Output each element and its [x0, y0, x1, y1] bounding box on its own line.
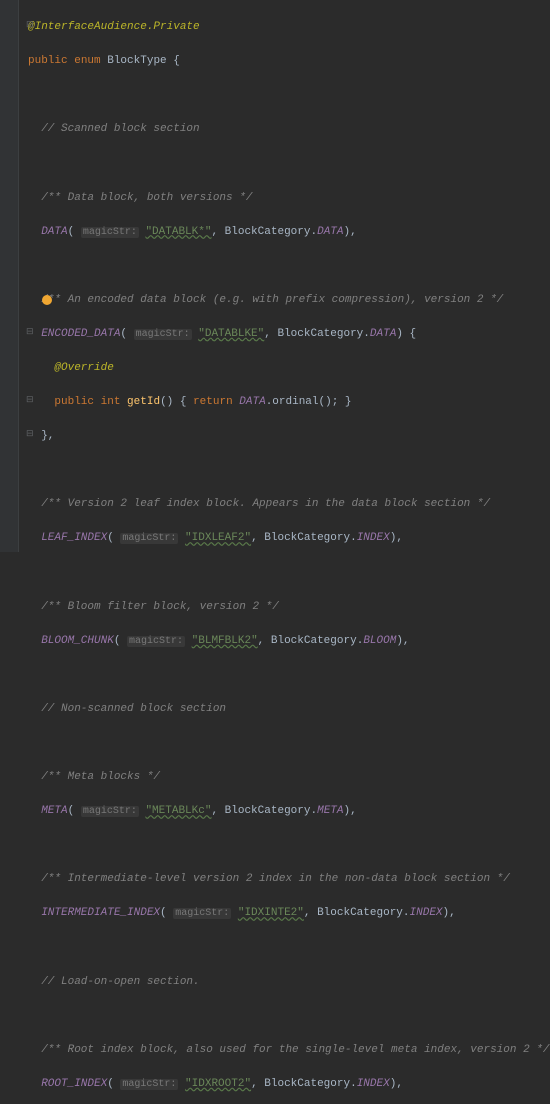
javadoc: /** Data block, both versions */ [41, 192, 252, 204]
const-leaf: LEAF_INDEX [41, 532, 107, 544]
method-getid: getId [127, 396, 160, 408]
type-name: BlockType [107, 55, 166, 67]
string: "DATABLKE" [198, 328, 264, 340]
brace: { [410, 328, 417, 340]
kw-return: return [193, 396, 233, 408]
comment: // Non-scanned block section [41, 703, 226, 715]
param-hint: magicStr: [120, 533, 178, 544]
string: "DATABLK*" [145, 226, 211, 238]
ref: DATA [239, 396, 265, 408]
code-editor[interactable]: ⊟@InterfaceAudience.Private public enum … [0, 0, 550, 1104]
field: META [317, 805, 343, 817]
field: INDEX [357, 1078, 390, 1090]
editor-gutter[interactable] [0, 0, 19, 552]
comment: // Load-on-open section. [41, 976, 199, 988]
class-ref: BlockCategory [225, 226, 311, 238]
annotation: @InterfaceAudience.Private [28, 21, 200, 33]
class-ref: BlockCategory [264, 532, 350, 544]
class-ref: BlockCategory [225, 805, 311, 817]
close: }, [41, 430, 54, 442]
const-encoded: ENCODED_DATA [41, 328, 120, 340]
class-ref: BlockCategory [271, 635, 357, 647]
fold-icon[interactable]: ⊟ [26, 19, 34, 33]
override: @Override [54, 362, 113, 374]
field: DATA [317, 226, 343, 238]
string: "METABLKc" [145, 805, 211, 817]
javadoc: /** Version 2 leaf index block. Appears … [41, 498, 490, 510]
string: "IDXINTE2" [238, 907, 304, 919]
javadoc: /** Intermediate-level version 2 index i… [41, 873, 510, 885]
param-hint: magicStr: [81, 806, 139, 817]
javadoc: /** Bloom filter block, version 2 */ [41, 601, 279, 613]
fold-icon[interactable]: ⊟ [26, 394, 34, 408]
param-hint: magicStr: [134, 329, 192, 340]
param-hint: magicStr: [173, 908, 231, 919]
comment: // Scanned block section [41, 123, 199, 135]
param-hint: magicStr: [81, 227, 139, 238]
kw-public: public [28, 55, 68, 67]
javadoc: /** Root index block, also used for the … [41, 1044, 549, 1056]
javadoc: /** Meta blocks */ [41, 771, 160, 783]
field: INDEX [357, 532, 390, 544]
kw-public: public [54, 396, 94, 408]
const-inter: INTERMEDIATE_INDEX [41, 907, 160, 919]
const-data: DATA [41, 226, 67, 238]
string: "BLMFBLK2" [192, 635, 258, 647]
fold-icon[interactable]: ⊟ [26, 326, 34, 340]
class-ref: BlockCategory [317, 907, 403, 919]
string: "IDXLEAF2" [185, 532, 251, 544]
field: DATA [370, 328, 396, 340]
call: .ordinal(); [266, 396, 339, 408]
kw-enum: enum [74, 55, 100, 67]
brace: { [173, 55, 180, 67]
string: "IDXROOT2" [185, 1078, 251, 1090]
const-bloom: BLOOM_CHUNK [41, 635, 114, 647]
const-root: ROOT_INDEX [41, 1078, 107, 1090]
field: INDEX [410, 907, 443, 919]
intention-bulb-icon[interactable] [42, 295, 52, 305]
javadoc: /** An encoded data block (e.g. with pre… [41, 294, 503, 306]
kw-int: int [101, 396, 121, 408]
field: BLOOM [363, 635, 396, 647]
class-ref: BlockCategory [277, 328, 363, 340]
param-hint: magicStr: [120, 1079, 178, 1090]
class-ref: BlockCategory [264, 1078, 350, 1090]
const-meta: META [41, 805, 67, 817]
fold-icon[interactable]: ⊟ [26, 428, 34, 442]
param-hint: magicStr: [127, 636, 185, 647]
